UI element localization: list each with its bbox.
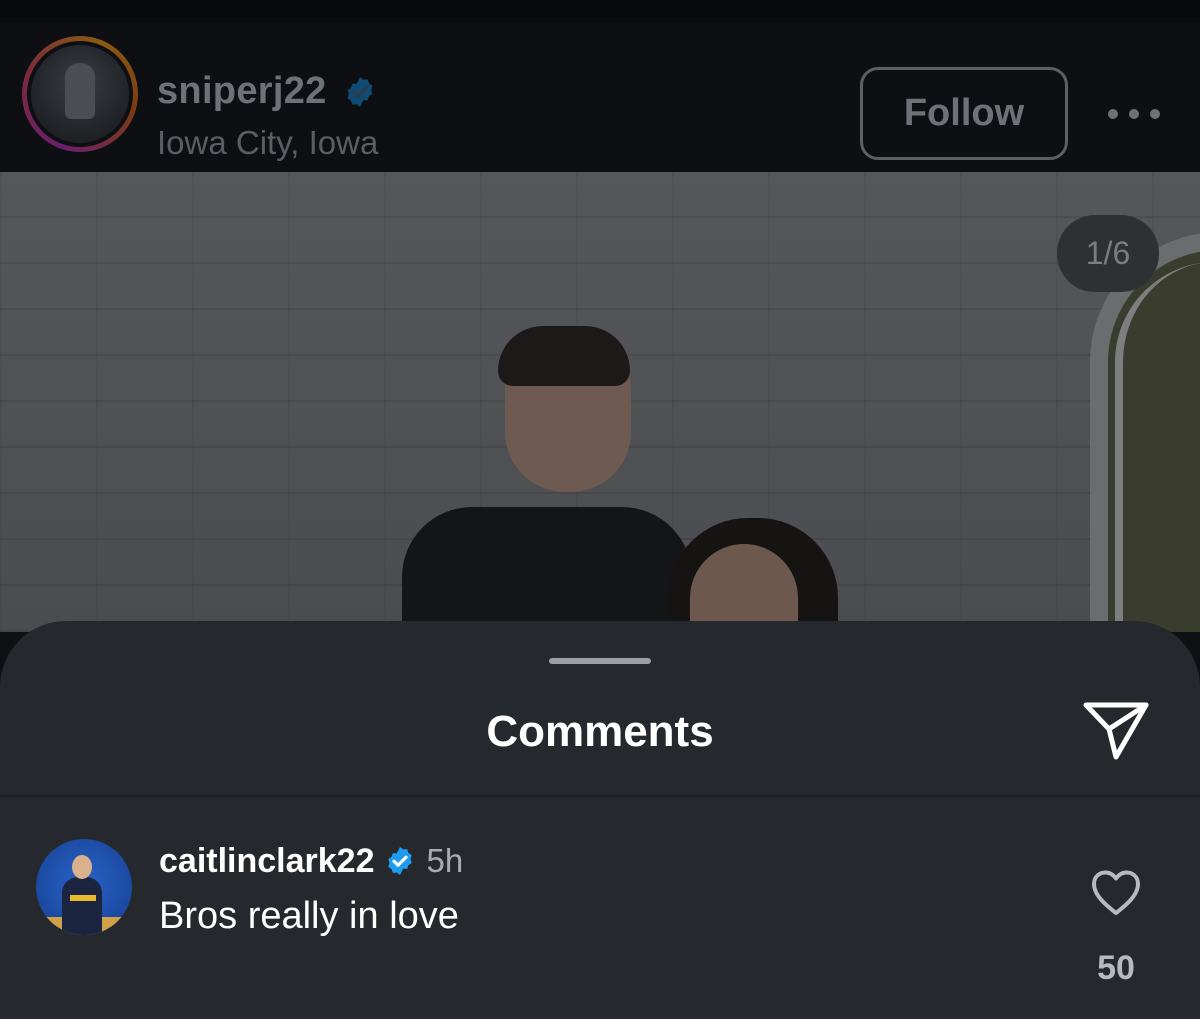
paper-plane-icon[interactable] — [1080, 697, 1152, 763]
story-avatar[interactable] — [22, 36, 138, 152]
comments-title: Comments — [486, 707, 714, 756]
sheet-drag-handle[interactable] — [549, 658, 651, 664]
like-count: 50 — [1097, 949, 1135, 987]
carousel-counter: 1/6 — [1057, 215, 1159, 292]
post-photo[interactable] — [0, 172, 1200, 632]
comment-meta: caitlinclark22 5h — [159, 839, 463, 883]
comments-sheet: Comments caitlinclark22 5h Bros really i… — [0, 621, 1200, 1019]
post-location[interactable]: Iowa City, Iowa — [157, 124, 378, 162]
more-options-icon[interactable] — [1108, 97, 1160, 131]
commenter-username[interactable]: caitlinclark22 — [159, 842, 374, 881]
man-figure — [402, 507, 692, 632]
comment-item: caitlinclark22 5h Bros really in love 50 — [0, 797, 1200, 1019]
comment-timestamp: 5h — [426, 842, 464, 879]
instagram-post-screen: sniperj22 Iowa City, Iowa Follow 1/6 Com… — [0, 0, 1200, 1019]
heart-outline-icon[interactable] — [1090, 869, 1142, 917]
verified-badge-icon — [347, 76, 373, 107]
post-author[interactable]: sniperj22 — [157, 70, 377, 113]
follow-button[interactable]: Follow — [860, 67, 1068, 160]
commenter-avatar[interactable] — [36, 839, 132, 935]
post-author-username[interactable]: sniperj22 — [157, 70, 327, 113]
verified-badge-icon — [388, 847, 413, 875]
comment-text: Bros really in love — [159, 895, 459, 937]
post-header: sniperj22 Iowa City, Iowa Follow — [0, 0, 1200, 172]
profile-photo — [31, 45, 129, 143]
